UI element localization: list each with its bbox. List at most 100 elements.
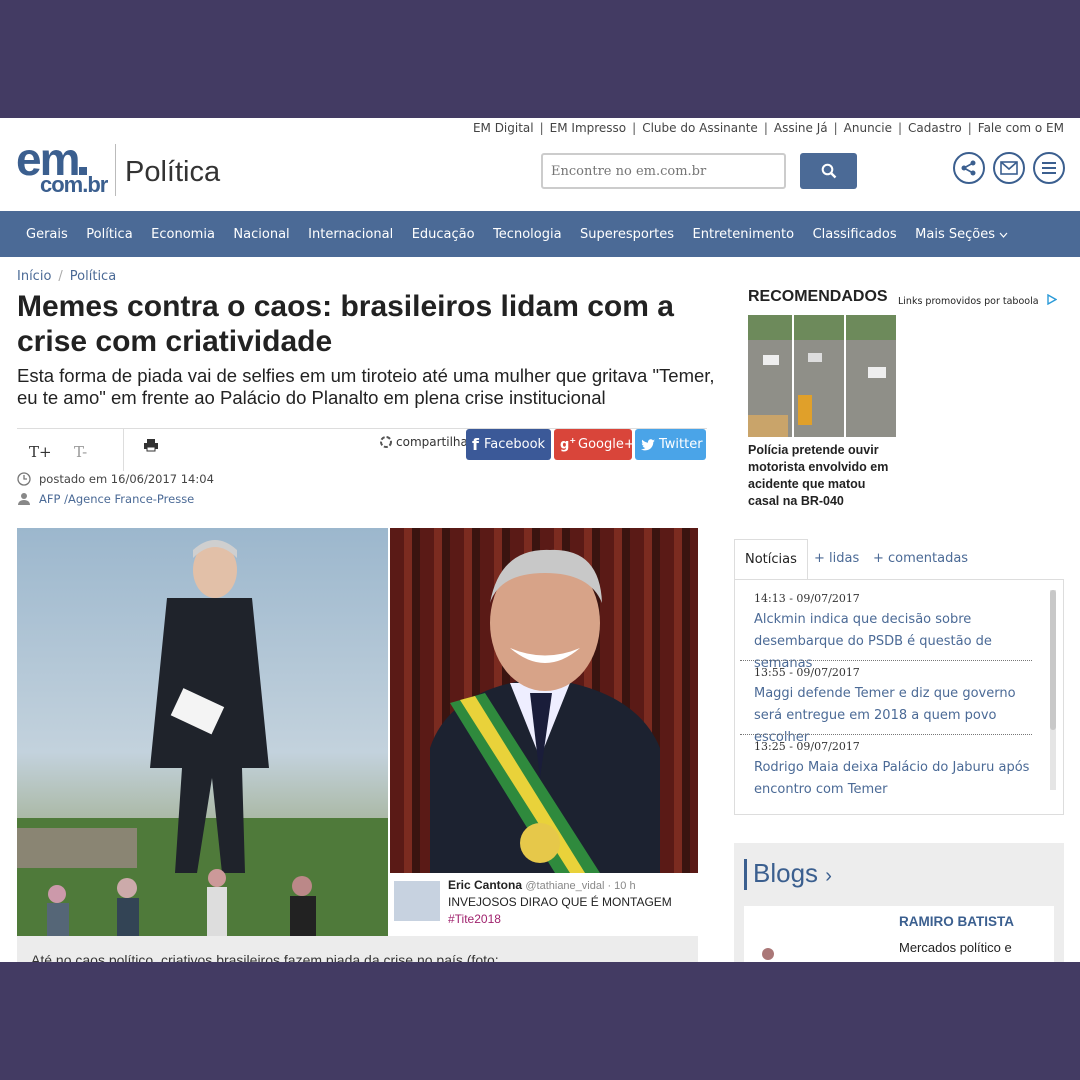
- recommended-caption[interactable]: Polícia pretende ouvir motorista envolvi…: [748, 442, 898, 510]
- toplink-anuncie[interactable]: Anuncie: [844, 121, 892, 135]
- news-tabs: Notícias + lidas + comentadas: [734, 539, 1064, 580]
- tab-mais-comentadas[interactable]: + comentadas: [863, 539, 978, 580]
- news-time: 13:25 - 09/07/2017: [754, 740, 860, 753]
- chevron-right-icon: ›: [825, 865, 832, 887]
- top-links: EM Digital | EM Impresso | Clube do Assinant…: [472, 121, 1064, 135]
- toplink-em-impresso[interactable]: EM Impresso: [550, 121, 627, 135]
- google-label: Google+: [578, 437, 635, 452]
- nav-entretenimento[interactable]: Entretenimento: [693, 227, 795, 242]
- author-link[interactable]: AFP /Agence France-Presse: [39, 492, 194, 506]
- article-subhead: Esta forma de piada vai de selfies em um…: [17, 365, 715, 408]
- smiling-man-figure: [430, 549, 660, 873]
- search-input[interactable]: [541, 153, 786, 189]
- nav-tecnologia[interactable]: Tecnologia: [493, 227, 561, 242]
- taboola-arrow-icon: [1046, 293, 1058, 306]
- photo-right-panel: [390, 528, 698, 873]
- blogs-title[interactable]: Blogs ›: [744, 859, 832, 890]
- google-share-button[interactable]: g+ Google+: [554, 429, 635, 460]
- toplink-cadastro[interactable]: Cadastro: [908, 121, 962, 135]
- twitter-icon: [641, 438, 655, 450]
- nav-economia[interactable]: Economia: [151, 227, 215, 242]
- twitter-share-button[interactable]: Twitter: [635, 429, 706, 460]
- menu-button[interactable]: [1033, 152, 1065, 184]
- font-decrease-button[interactable]: T-: [74, 443, 87, 461]
- nav-gerais[interactable]: Gerais: [26, 227, 68, 242]
- twitter-label: Twitter: [659, 437, 703, 452]
- breadcrumb-politica[interactable]: Política: [70, 269, 116, 284]
- web-page: EM Digital | EM Impresso | Clube do Assinant…: [0, 118, 1080, 962]
- share-label: compartilhar:: [379, 435, 477, 449]
- taboola-label-text: Links promovidos por taboola: [898, 296, 1039, 307]
- print-icon[interactable]: [143, 438, 159, 452]
- facebook-icon: f: [472, 435, 479, 454]
- nav-nacional[interactable]: Nacional: [233, 227, 289, 242]
- facebook-label: Facebook: [483, 437, 546, 452]
- news-item[interactable]: 14:13 - 09/07/2017 Alckmin indica que de…: [754, 592, 1032, 675]
- toplink-em-digital[interactable]: EM Digital: [473, 121, 534, 135]
- main-nav: Gerais Política Economia Nacional Intern…: [0, 211, 1080, 257]
- news-time: 13:55 - 09/07/2017: [754, 666, 860, 679]
- blog-author[interactable]: RAMIRO BATISTA: [899, 914, 1014, 929]
- toplink-clube[interactable]: Clube do Assinante: [642, 121, 758, 135]
- frame-top: [0, 0, 1080, 118]
- blog-author-avatar: [762, 948, 774, 960]
- frame-bottom: [0, 962, 1080, 1080]
- share-icon: [961, 160, 976, 176]
- toplink-assine[interactable]: Assine Já: [774, 121, 828, 135]
- news-item[interactable]: 13:25 - 09/07/2017 Rodrigo Maia deixa Pa…: [754, 740, 1032, 801]
- taboola-label[interactable]: Links promovidos por taboola: [898, 293, 1058, 307]
- share-button[interactable]: [953, 152, 985, 184]
- breadcrumb: Início / Política: [17, 269, 117, 284]
- news-title[interactable]: Rodrigo Maia deixa Palácio do Jaburu apó…: [754, 757, 1032, 801]
- nav-mais-secoes-label: Mais Seções: [915, 226, 995, 242]
- nav-superesportes[interactable]: Superesportes: [580, 227, 674, 242]
- mail-icon: [1000, 161, 1018, 175]
- mail-button[interactable]: [993, 152, 1025, 184]
- blogs-title-text: Blogs: [753, 858, 819, 888]
- font-increase-button[interactable]: T+: [29, 443, 52, 461]
- nav-internacional[interactable]: Internacional: [308, 227, 393, 242]
- tab-noticias[interactable]: Notícias: [734, 539, 808, 580]
- standing-man-figure: [17, 540, 388, 936]
- menu-icon: [1042, 162, 1056, 174]
- facebook-share-button[interactable]: f Facebook: [466, 429, 551, 460]
- news-divider: [740, 734, 1032, 735]
- chevron-down-icon: [999, 232, 1008, 238]
- tweet-handle: @tathiane_vidal · 10 h: [525, 880, 636, 892]
- tweet-overlay: Eric Cantona @tathiane_vidal · 10 h INVE…: [390, 873, 698, 936]
- share-label-text: compartilhar:: [396, 435, 477, 449]
- search-button[interactable]: [800, 153, 857, 189]
- nav-mais-secoes[interactable]: Mais Seções: [915, 227, 1008, 242]
- nav-educacao[interactable]: Educação: [412, 227, 475, 242]
- toplink-fale[interactable]: Fale com o EM: [978, 121, 1064, 135]
- article-photo[interactable]: Eric Cantona @tathiane_vidal · 10 h INVE…: [17, 528, 698, 936]
- logo-combr: com.br: [40, 172, 108, 197]
- photo-caption: Até no caos político, criativos brasilei…: [17, 936, 698, 962]
- article-headline: Memes contra o caos: brasileiros lidam c…: [17, 290, 674, 358]
- nav-politica[interactable]: Política: [86, 227, 132, 242]
- nav-classificados[interactable]: Classificados: [813, 227, 897, 242]
- news-item[interactable]: 13:55 - 09/07/2017 Maggi defende Temer e…: [754, 666, 1032, 749]
- blog-card[interactable]: RAMIRO BATISTA Mercados político e: [744, 906, 1054, 962]
- google-plus-icon: g+: [560, 436, 577, 453]
- toolbar-divider: [123, 429, 124, 471]
- section-title[interactable]: Política: [125, 156, 220, 189]
- recommended-image[interactable]: [748, 315, 896, 437]
- search-icon: [821, 163, 836, 179]
- tweet-header: Eric Cantona @tathiane_vidal · 10 h: [448, 878, 636, 892]
- breadcrumb-inicio[interactable]: Início: [17, 269, 51, 284]
- post-date-text: postado em 16/06/2017 14:04: [39, 472, 214, 486]
- tweet-name: Eric Cantona: [448, 878, 523, 892]
- tab-mais-lidas[interactable]: + lidas: [804, 539, 869, 580]
- site-logo[interactable]: em com.br: [16, 136, 108, 197]
- recommended-title: RECOMENDADOS: [748, 288, 888, 305]
- news-scrollbar-thumb[interactable]: [1050, 590, 1056, 730]
- news-divider: [740, 660, 1032, 661]
- user-icon: [18, 493, 30, 505]
- article-toolbar: T+ T- compartilhar: f Facebook g+ Google+ …: [17, 428, 707, 471]
- news-time: 14:13 - 09/07/2017: [754, 592, 860, 605]
- clock-icon: [17, 472, 31, 486]
- photo-left-panel: [17, 528, 388, 936]
- blogs-section: Blogs › RAMIRO BATISTA Mercados político…: [734, 843, 1064, 962]
- logo-divider: [115, 144, 116, 196]
